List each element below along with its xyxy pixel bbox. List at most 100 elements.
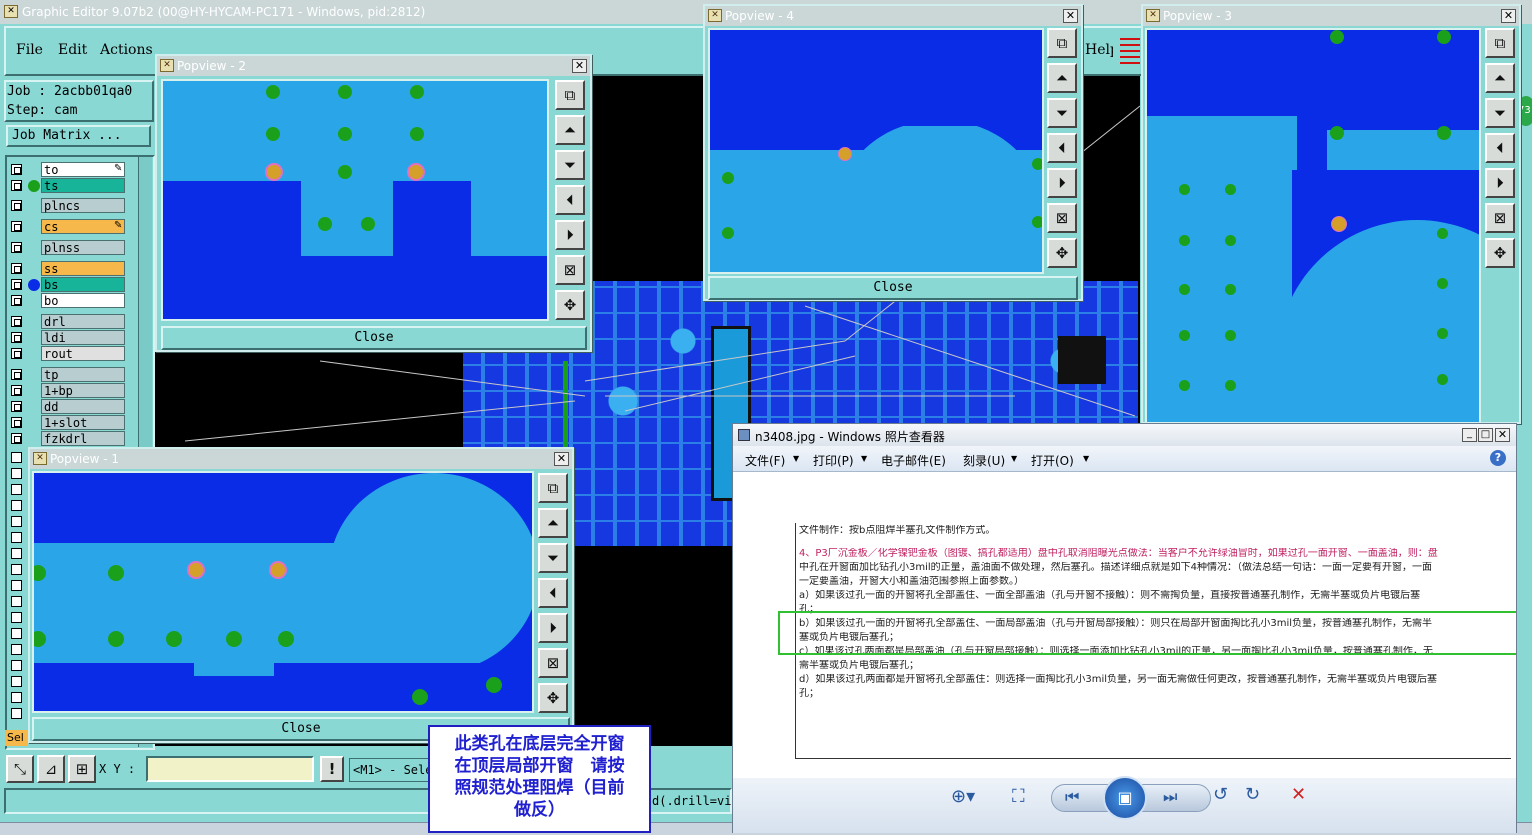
actual-size-icon[interactable]: ⛶ (1012, 786, 1025, 807)
layer-checkbox[interactable] (11, 221, 22, 232)
zoom-out-icon[interactable]: ✥ (555, 290, 585, 320)
layer-name[interactable]: to (41, 162, 125, 177)
layer-name[interactable]: 1+bp (41, 383, 125, 398)
pan-down-icon[interactable]: ⏷ (555, 150, 585, 180)
close-button[interactable]: ✕ (1495, 428, 1510, 442)
layer-checkbox[interactable] (11, 348, 22, 359)
layer-checkbox[interactable] (11, 452, 22, 463)
pan-right-icon[interactable]: ⏵ (1485, 168, 1515, 198)
zoom-out-icon[interactable]: ✥ (538, 683, 568, 713)
pan-up-icon[interactable]: ⏶ (1047, 63, 1077, 93)
layer-name[interactable]: dd (41, 399, 125, 414)
popview-4-view[interactable] (708, 28, 1044, 274)
layer-checkbox[interactable] (11, 385, 22, 396)
popview-3-close-icon[interactable]: ✕ (1501, 9, 1516, 23)
xy-input[interactable] (146, 756, 314, 782)
pan-down-icon[interactable]: ⏷ (1485, 98, 1515, 128)
menu-open[interactable]: 打开(O) (1031, 452, 1074, 469)
rotate-right-icon[interactable]: ↻ (1245, 784, 1260, 805)
layer-row[interactable]: plnss (8, 240, 126, 255)
menu-file-cn[interactable]: 文件(F) (745, 452, 785, 469)
layer-row[interactable]: drl (8, 314, 126, 329)
slideshow-button[interactable]: ▣ (1103, 776, 1147, 820)
layer-checkbox[interactable] (11, 580, 22, 591)
layer-row[interactable]: tp (8, 367, 126, 382)
zoom-home-icon[interactable]: ⧉ (1047, 28, 1077, 58)
popview-2-view[interactable] (161, 79, 549, 321)
layer-name[interactable]: plnss (41, 240, 125, 255)
grid-icon[interactable]: ⊞ (68, 755, 96, 783)
layer-checkbox[interactable] (11, 484, 22, 495)
layer-checkbox[interactable] (11, 279, 22, 290)
zoom-in-icon[interactable]: ⊠ (538, 648, 568, 678)
layer-checkbox[interactable] (11, 660, 22, 671)
layer-checkbox[interactable] (11, 612, 22, 623)
pan-up-icon[interactable]: ⏶ (538, 508, 568, 538)
layer-checkbox[interactable] (11, 200, 22, 211)
warning-icon[interactable]: ! (320, 756, 344, 782)
layer-checkbox[interactable] (11, 500, 22, 511)
layer-row[interactable]: 1+bp (8, 383, 126, 398)
layer-checkbox[interactable] (11, 468, 22, 479)
pan-up-icon[interactable]: ⏶ (555, 115, 585, 145)
layer-row[interactable]: ss (8, 261, 126, 276)
select-arrow-icon[interactable]: ⤡ (6, 755, 34, 783)
menu-actions[interactable]: Actions (100, 42, 153, 58)
layer-row[interactable]: rout (8, 346, 126, 361)
zoom-in-icon[interactable]: ⊠ (1047, 203, 1077, 233)
maximize-button[interactable]: □ (1478, 428, 1493, 442)
layer-checkbox[interactable] (11, 417, 22, 428)
layer-name[interactable]: ts (41, 178, 125, 193)
layer-checkbox[interactable] (11, 644, 22, 655)
layer-checkbox[interactable] (11, 433, 22, 444)
layer-checkbox[interactable] (11, 164, 22, 175)
pan-left-icon[interactable]: ⏴ (1047, 133, 1077, 163)
layer-name[interactable]: drl (41, 314, 125, 329)
layer-checkbox[interactable] (11, 676, 22, 687)
layer-checkbox[interactable] (11, 369, 22, 380)
pan-up-icon[interactable]: ⏶ (1485, 63, 1515, 93)
menu-help[interactable]: Help (1085, 42, 1113, 58)
layer-name[interactable]: bs (41, 277, 125, 292)
layer-row[interactable]: bo (8, 293, 126, 308)
zoom-home-icon[interactable]: ⧉ (555, 80, 585, 110)
layer-checkbox[interactable] (11, 692, 22, 703)
layer-name[interactable]: tp (41, 367, 125, 382)
layer-checkbox[interactable] (11, 596, 22, 607)
pan-right-icon[interactable]: ⏵ (538, 613, 568, 643)
layer-checkbox[interactable] (11, 564, 22, 575)
layer-checkbox[interactable] (11, 628, 22, 639)
layer-name[interactable]: plncs (41, 198, 125, 213)
layer-name[interactable]: fzkdrl (41, 431, 125, 446)
pan-down-icon[interactable]: ⏷ (538, 543, 568, 573)
pan-left-icon[interactable]: ⏴ (538, 578, 568, 608)
pan-right-icon[interactable]: ⏵ (1047, 168, 1077, 198)
layer-checkbox[interactable] (11, 180, 22, 191)
pan-down-icon[interactable]: ⏷ (1047, 98, 1077, 128)
layer-row[interactable]: to ✎ (8, 162, 126, 177)
layer-checkbox[interactable] (11, 242, 22, 253)
menu-email[interactable]: 电子邮件(E) (881, 452, 946, 469)
zoom-home-icon[interactable]: ⧉ (1485, 28, 1515, 58)
zoom-out-icon[interactable]: ✥ (1047, 238, 1077, 268)
popview-4-close-button[interactable]: Close (708, 276, 1078, 300)
layer-checkbox[interactable] (11, 332, 22, 343)
layer-row[interactable]: fzkdrl (8, 431, 126, 446)
zoom-out-icon[interactable]: ✥ (1485, 238, 1515, 268)
menu-file[interactable]: File (16, 42, 43, 58)
popview-2-close-icon[interactable]: ✕ (572, 59, 587, 73)
help-icon[interactable]: ? (1490, 450, 1506, 466)
layer-row[interactable]: dd (8, 399, 126, 414)
popview-2-close-button[interactable]: Close (161, 326, 587, 350)
popview-1-close-icon[interactable]: ✕ (554, 452, 569, 466)
job-matrix-button[interactable]: Job Matrix ... (6, 125, 151, 147)
layer-checkbox[interactable] (11, 316, 22, 327)
layer-row[interactable]: ts (8, 178, 126, 193)
delete-icon[interactable]: ✕ (1291, 784, 1306, 805)
popview-3-view[interactable] (1145, 28, 1481, 424)
popview-1-view[interactable] (32, 471, 534, 713)
layer-checkbox[interactable] (11, 401, 22, 412)
layer-row[interactable]: 1+slot (8, 415, 126, 430)
layer-checkbox[interactable] (11, 708, 22, 719)
zoom-icon[interactable]: ⊕▾ (951, 786, 975, 807)
